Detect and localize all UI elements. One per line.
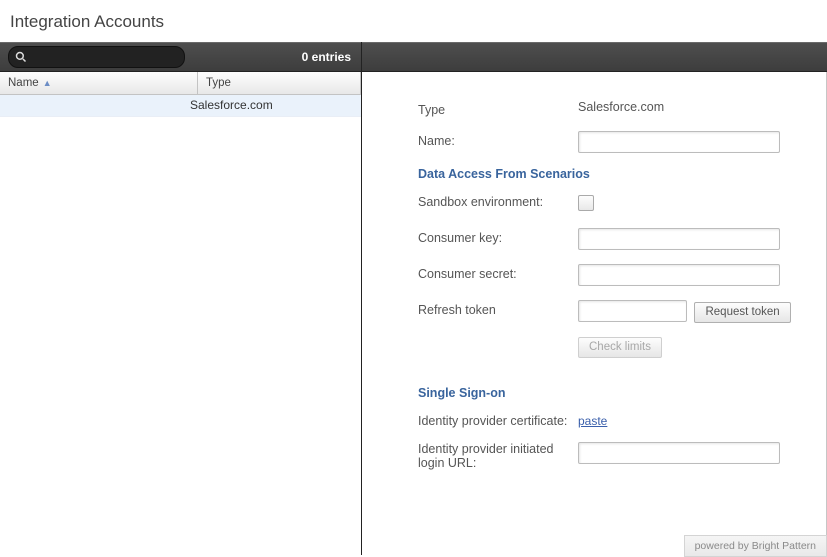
- name-input[interactable]: [578, 131, 780, 153]
- consumer-secret-label: Consumer secret:: [418, 264, 578, 281]
- idp-login-url-input[interactable]: [578, 442, 780, 464]
- type-value: Salesforce.com: [578, 100, 802, 114]
- column-type-label: Type: [206, 77, 231, 89]
- column-name[interactable]: Name ▲: [0, 72, 198, 94]
- consumer-key-input[interactable]: [578, 228, 780, 250]
- detail-form: Type Salesforce.com Name: Data Access Fr…: [362, 72, 826, 494]
- table-row[interactable]: Salesforce.com: [0, 95, 361, 117]
- row-type: Salesforce.com: [182, 95, 361, 116]
- left-pane: 0 entries Name ▲ Type Salesforce.com: [0, 42, 362, 555]
- check-limits-button[interactable]: Check limits: [578, 337, 662, 358]
- column-type[interactable]: Type: [198, 72, 361, 94]
- footer-credit: powered by Bright Pattern: [684, 535, 827, 557]
- type-label: Type: [418, 100, 578, 117]
- column-headers: Name ▲ Type: [0, 72, 361, 95]
- consumer-secret-input[interactable]: [578, 264, 780, 286]
- left-toolbar: 0 entries: [0, 42, 361, 72]
- idp-login-url-label: Identity provider initiated login URL:: [418, 442, 578, 470]
- search-icon: [15, 51, 27, 63]
- request-token-button[interactable]: Request token: [694, 302, 790, 323]
- refresh-token-label: Refresh token: [418, 300, 578, 317]
- right-toolbar: [362, 42, 827, 72]
- row-name: [0, 95, 182, 116]
- section-data-access: Data Access From Scenarios: [418, 167, 802, 181]
- consumer-key-label: Consumer key:: [418, 228, 578, 245]
- page-title: Integration Accounts: [0, 0, 827, 42]
- search-input[interactable]: [27, 50, 192, 64]
- column-name-label: Name: [8, 77, 39, 89]
- account-list: Salesforce.com: [0, 95, 361, 555]
- paste-link[interactable]: paste: [578, 414, 607, 428]
- entry-count: 0 entries: [185, 50, 361, 64]
- search-field[interactable]: [8, 46, 185, 68]
- refresh-token-input[interactable]: [578, 300, 687, 322]
- sandbox-label: Sandbox environment:: [418, 195, 578, 209]
- idp-cert-label: Identity provider certificate:: [418, 414, 578, 428]
- right-pane: Type Salesforce.com Name: Data Access Fr…: [362, 42, 827, 555]
- sandbox-checkbox[interactable]: [578, 195, 594, 211]
- name-label: Name:: [418, 131, 578, 148]
- section-sso: Single Sign-on: [418, 386, 802, 400]
- sort-asc-icon: ▲: [43, 78, 52, 88]
